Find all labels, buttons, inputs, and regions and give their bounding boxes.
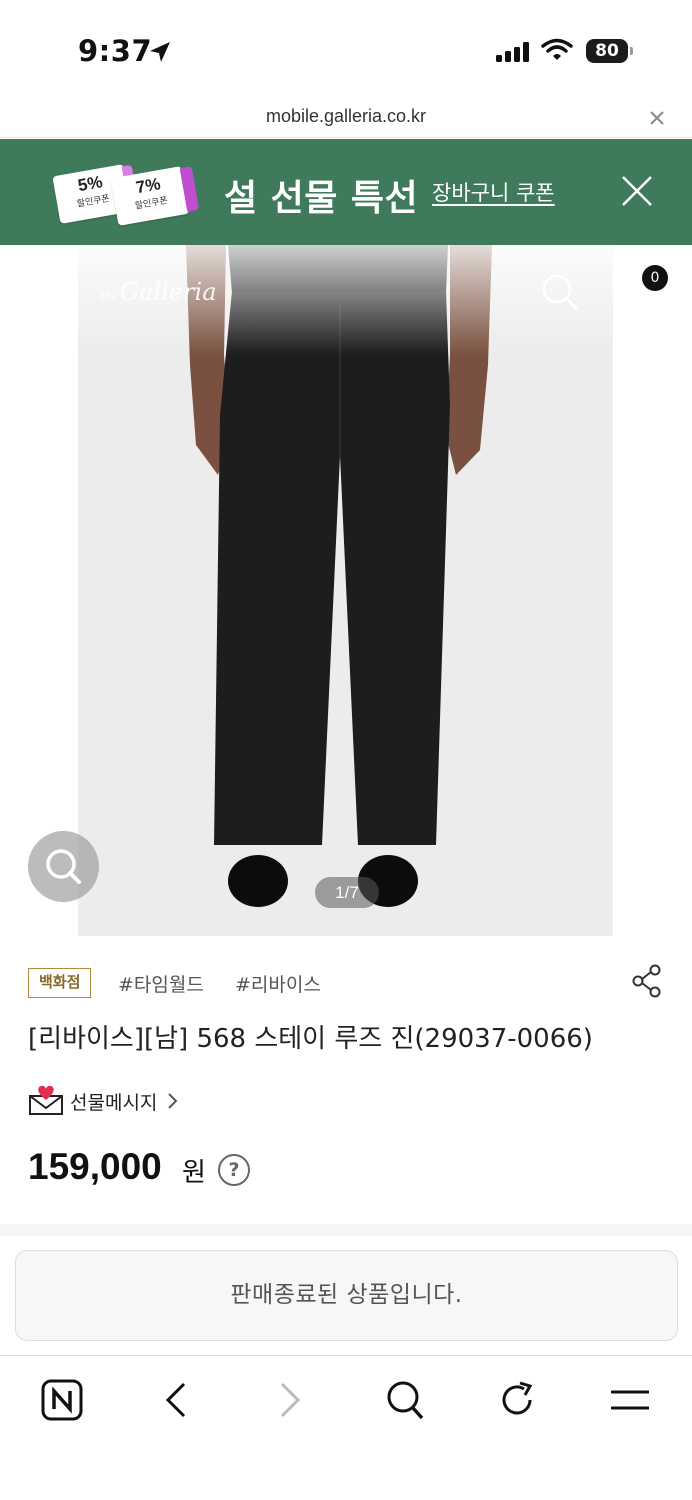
search-icon[interactable]: [540, 272, 580, 312]
product-price: 159,000: [28, 1146, 162, 1187]
department-store-badge: 백화점: [28, 968, 92, 998]
back-icon[interactable]: [38, 270, 64, 312]
forward-arrow-icon[interactable]: [276, 1378, 306, 1422]
section-divider: [0, 1224, 692, 1236]
status-time: 9:37: [78, 34, 153, 68]
url-text[interactable]: mobile.galleria.co.kr: [0, 106, 692, 127]
chevron-right-icon: [168, 1093, 178, 1109]
status-bar: 9:37 80: [0, 0, 692, 100]
location-arrow-icon: [150, 42, 170, 62]
image-counter: 1/7: [315, 877, 379, 908]
reload-icon[interactable]: [496, 1378, 538, 1422]
battery-tip: [630, 47, 633, 55]
wifi-icon: [541, 38, 573, 60]
soldout-notice: 판매종료된 상품입니다.: [15, 1250, 678, 1341]
gift-message-label[interactable]: 선물메시지: [70, 1088, 157, 1115]
battery-icon: 80: [586, 39, 628, 63]
price-unit: 원: [182, 1158, 206, 1188]
share-icon[interactable]: [631, 964, 663, 998]
tag-row: 백화점 #타임월드 #리바이스: [28, 964, 668, 1002]
close-icon[interactable]: [647, 108, 667, 128]
url-bar[interactable]: mobile.galleria.co.kr: [0, 100, 692, 138]
hashtag-levis[interactable]: #리바이스: [235, 970, 321, 997]
logo-text: Galleria: [120, 278, 217, 306]
product-gallery[interactable]: [0, 245, 692, 937]
cart-count-badge: 0: [642, 265, 668, 291]
product-title: [리바이스][남] 568 스테이 루즈 진(29037-0066): [28, 1024, 593, 1054]
menu-icon[interactable]: [609, 1378, 651, 1422]
battery-level: 80: [595, 41, 619, 61]
back-arrow-icon[interactable]: [160, 1378, 190, 1422]
promo-banner[interactable]: 5% 할인쿠폰 7% 할인쿠폰 설 선물 특선 장바구니 쿠폰: [0, 139, 692, 245]
cart-coupon-link[interactable]: 장바구니 쿠폰: [432, 177, 555, 207]
help-icon[interactable]: ?: [218, 1154, 250, 1186]
signal-icon: [496, 42, 529, 62]
logo-prefix: the: [100, 290, 119, 303]
search-icon[interactable]: [384, 1378, 426, 1422]
promo-title: 설 선물 특선: [224, 178, 419, 219]
hashtag-timeworld[interactable]: #타임월드: [118, 970, 204, 997]
galleria-logo: theGalleria: [100, 278, 217, 306]
close-icon[interactable]: [620, 174, 654, 208]
naver-icon[interactable]: [40, 1378, 84, 1422]
zoom-button[interactable]: [28, 831, 99, 902]
gift-envelope-icon: [29, 1085, 63, 1115]
browser-toolbar: [0, 1355, 692, 1500]
zoom-icon: [46, 849, 81, 884]
